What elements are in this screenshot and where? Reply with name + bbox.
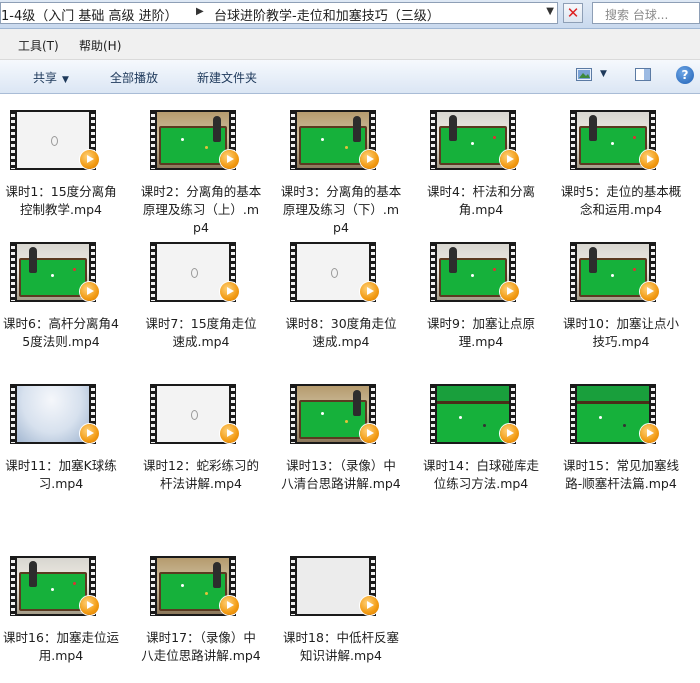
file-item[interactable]: 课时2：分离角的基本原理及练习（上）.mp4 <box>140 100 270 238</box>
film-strip-icon <box>151 385 155 443</box>
play-icon <box>220 424 239 443</box>
play-icon <box>80 424 99 443</box>
play-icon <box>80 150 99 169</box>
file-name: 课时18：中低杆反塞知识讲解.mp4 <box>283 630 399 663</box>
film-strip-icon <box>151 557 155 615</box>
file-item[interactable]: 课时6：高杆分离角45度法则.mp4 <box>0 232 130 370</box>
file-name: 课时17：（录像）中八走位思路讲解.mp4 <box>141 630 261 663</box>
play-icon <box>640 282 659 301</box>
play-icon <box>360 424 379 443</box>
film-strip-icon <box>431 111 435 169</box>
file-name: 课时16：加塞走位运用.mp4 <box>3 630 119 663</box>
file-name: 课时15：常见加塞线路-顺塞杆法篇.mp4 <box>563 458 679 491</box>
file-item[interactable]: 课时16：加塞走位运用.mp4 <box>0 546 130 683</box>
file-name: 课时14：白球碰库走位练习方法.mp4 <box>423 458 539 491</box>
file-item[interactable]: 课时9：加塞让点原理.mp4 <box>420 232 550 370</box>
play-icon <box>220 282 239 301</box>
play-icon <box>360 282 379 301</box>
breadcrumb-parent[interactable]: 1-4级（入门 基础 高级 进阶） <box>1 5 178 23</box>
file-name: 课时4：杆法和分离角.mp4 <box>427 184 535 217</box>
breadcrumb[interactable]: 1-4级（入门 基础 高级 进阶） ▶ 台球进阶教学-走位和加塞技巧（三级） ▼ <box>0 2 558 24</box>
file-name: 课时11：加塞K球练习.mp4 <box>5 458 117 491</box>
film-strip-icon <box>291 385 295 443</box>
play-icon <box>500 150 519 169</box>
file-name: 课时2：分离角的基本原理及练习（上）.mp4 <box>140 184 262 235</box>
file-item[interactable]: 课时7：15度角走位速成.mp4 <box>140 232 270 370</box>
file-item[interactable]: 课时5：走位的基本概念和运用.mp4 <box>560 100 690 238</box>
file-name: 课时1：15度分离角控制教学.mp4 <box>5 184 117 217</box>
play-icon <box>640 424 659 443</box>
menu-tools[interactable]: 工具(T) <box>18 37 59 54</box>
file-item[interactable]: 课时14：白球碰库走位练习方法.mp4 <box>420 374 550 512</box>
file-item[interactable]: 课时8：30度角走位速成.mp4 <box>280 232 410 370</box>
play-icon <box>500 424 519 443</box>
chevron-down-icon: ▼ <box>62 75 69 85</box>
view-options-icon[interactable] <box>576 68 592 81</box>
file-item[interactable]: 课时4：杆法和分离角.mp4 <box>420 100 550 238</box>
film-strip-icon <box>11 111 15 169</box>
film-strip-icon <box>291 557 295 615</box>
file-list: 课时1：15度分离角控制教学.mp4 课时2：分离角的基本原理及练习（上）.mp4… <box>0 94 700 683</box>
help-icon[interactable]: ? <box>676 66 694 84</box>
play-icon <box>360 596 379 615</box>
film-strip-icon <box>291 243 295 301</box>
film-strip-icon <box>571 243 575 301</box>
file-item[interactable]: 课时18：中低杆反塞知识讲解.mp4 <box>280 546 410 683</box>
play-icon <box>220 150 239 169</box>
address-dropdown-icon[interactable]: ▼ <box>546 6 554 17</box>
film-strip-icon <box>151 111 155 169</box>
file-name: 课时13：（录像）中八清台思路讲解.mp4 <box>281 458 401 491</box>
file-name: 课时12：蛇彩练习的杆法讲解.mp4 <box>143 458 259 491</box>
share-button[interactable]: 共享 ▼ <box>33 69 69 86</box>
film-strip-icon <box>151 243 155 301</box>
file-name: 课时3：分离角的基本原理及练习（下）.mp4 <box>280 184 402 235</box>
film-strip-icon <box>291 111 295 169</box>
address-bar: 1-4级（入门 基础 高级 进阶） ▶ 台球进阶教学-走位和加塞技巧（三级） ▼… <box>0 0 700 29</box>
file-name: 课时5：走位的基本概念和运用.mp4 <box>560 184 682 217</box>
film-strip-icon <box>431 243 435 301</box>
file-item[interactable]: 课时17：（录像）中八走位思路讲解.mp4 <box>140 546 270 683</box>
play-icon <box>360 150 379 169</box>
breadcrumb-separator-icon[interactable]: ▶ <box>196 6 204 17</box>
file-item[interactable]: 课时13：（录像）中八清台思路讲解.mp4 <box>280 374 410 512</box>
file-name: 课时7：15度角走位速成.mp4 <box>145 316 257 349</box>
share-label: 共享 <box>33 71 58 85</box>
play-icon <box>80 596 99 615</box>
new-folder-button[interactable]: 新建文件夹 <box>197 69 257 86</box>
play-all-button[interactable]: 全部播放 <box>110 69 158 86</box>
file-item[interactable]: 课时1：15度分离角控制教学.mp4 <box>0 100 130 238</box>
film-strip-icon <box>571 385 575 443</box>
command-bar: 共享 ▼ 全部播放 新建文件夹 ▼ ? <box>0 60 700 94</box>
breadcrumb-current[interactable]: 台球进阶教学-走位和加塞技巧（三级） <box>214 5 440 23</box>
stop-button[interactable]: ✕ <box>563 3 583 23</box>
file-name: 课时8：30度角走位速成.mp4 <box>285 316 397 349</box>
preview-pane-icon[interactable] <box>635 68 651 81</box>
file-item[interactable]: 课时11：加塞K球练习.mp4 <box>0 374 130 512</box>
film-strip-icon <box>11 243 15 301</box>
view-dropdown-icon[interactable]: ▼ <box>600 69 607 79</box>
file-name: 课时9：加塞让点原理.mp4 <box>427 316 535 349</box>
search-input[interactable]: 搜索 台球... <box>592 2 700 24</box>
file-item[interactable]: 课时10：加塞让点小技巧.mp4 <box>560 232 690 370</box>
file-item[interactable]: 课时3：分离角的基本原理及练习（下）.mp4 <box>280 100 410 238</box>
film-strip-icon <box>571 111 575 169</box>
menu-help[interactable]: 帮助(H) <box>79 37 121 54</box>
film-strip-icon <box>11 385 15 443</box>
menu-bar: 工具(T) 帮助(H) <box>0 29 700 60</box>
file-name: 课时6：高杆分离角45度法则.mp4 <box>3 316 119 349</box>
play-icon <box>500 282 519 301</box>
film-strip-icon <box>431 385 435 443</box>
film-strip-icon <box>11 557 15 615</box>
file-name: 课时10：加塞让点小技巧.mp4 <box>563 316 679 349</box>
play-icon <box>640 150 659 169</box>
file-item[interactable]: 课时15：常见加塞线路-顺塞杆法篇.mp4 <box>560 374 690 512</box>
file-item[interactable]: 课时12：蛇彩练习的杆法讲解.mp4 <box>140 374 270 512</box>
play-icon <box>80 282 99 301</box>
play-icon <box>220 596 239 615</box>
